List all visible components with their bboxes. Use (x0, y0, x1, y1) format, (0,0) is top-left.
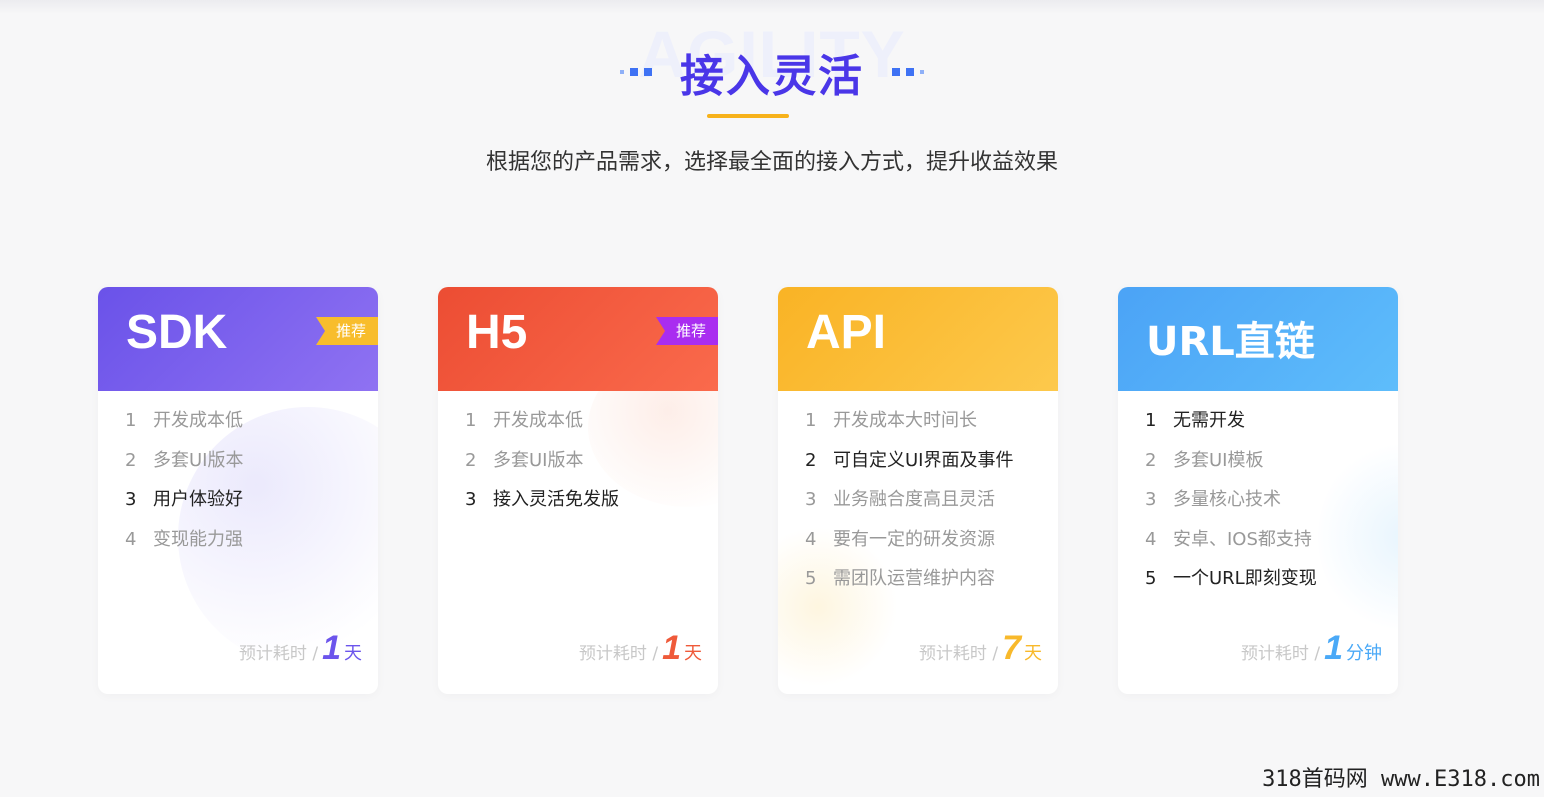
list-item: 3 接入灵活免发版 (465, 489, 619, 510)
estimate-unit: 天 (1024, 643, 1042, 664)
card-title: API (806, 306, 887, 359)
card-title: URL直链 (1146, 319, 1315, 365)
estimate-value: 1 (322, 629, 341, 667)
title-underline (707, 114, 789, 118)
list-item: 3 用户体验好 (125, 489, 243, 510)
list-item: 2 多套UI模板 (1145, 449, 1264, 471)
section-header: 接入灵活 (0, 40, 1544, 104)
list-item: 3 多量核心技术 (1145, 489, 1281, 510)
list-item: 1 开发成本低 (125, 410, 243, 431)
list-item: 1 无需开发 (1145, 410, 1245, 431)
section-title: 接入灵活 (680, 51, 864, 102)
estimated-time: 预计耗时 / 7 天 (919, 629, 1042, 668)
card-header: URL直链 (1118, 287, 1398, 391)
estimated-time: 预计耗时 / 1 分钟 (1241, 629, 1382, 668)
list-item: 1 开发成本低 (465, 410, 583, 431)
estimate-unit: 天 (684, 643, 702, 664)
card-api[interactable]: API 1 开发成本大时间长 2 可自定义UI界面及事件 3 业务融合度高且灵活 4要… (778, 287, 1058, 694)
recommend-badge: 推荐 (316, 317, 378, 345)
estimate-label: 预计耗时 / (918, 644, 999, 664)
card-sdk[interactable]: SDK 推荐 1 开发成本低 2 多套UI版本 3 用户体验好 4 变现能力强 预计耗时… (98, 287, 378, 694)
estimated-time: 预计耗时 / 1 天 (239, 629, 362, 668)
section-subtitle: 根据您的产品需求，选择最全面的接入方式，提升收益效果 (485, 150, 1058, 175)
list-item: 4 安卓、IOS都支持 (1145, 528, 1312, 550)
left-dots-decoration (620, 68, 658, 76)
estimate-unit: 天 (344, 643, 362, 664)
estimate-value: 7 (1002, 629, 1021, 667)
list-item: 5 一个URL即刻变现 (1145, 568, 1317, 589)
top-shade (0, 0, 1544, 14)
card-title: SDK (126, 306, 228, 359)
list-item: 4 要有一定的研发资源 (805, 528, 995, 550)
right-dots-decoration (886, 68, 924, 76)
list-item: 2 多套UI版本 (465, 449, 584, 471)
list-item: 1 开发成本大时间长 (805, 410, 977, 431)
estimate-label: 预计耗时 / (1240, 644, 1321, 664)
list-item: 5 需团队运营维护内容 (805, 568, 995, 589)
card-header: H5 推荐 (438, 287, 718, 391)
estimate-unit: 分钟 (1346, 643, 1382, 664)
list-item: 2 多套UI版本 (125, 449, 244, 471)
feature-list: 1 开发成本低 2 多套UI版本 3 接入灵活免发版 (465, 407, 619, 526)
estimate-value: 1 (662, 629, 681, 667)
estimate-label: 预计耗时 / (238, 644, 319, 664)
card-title: H5 (466, 306, 528, 359)
estimated-time: 预计耗时 / 1 天 (579, 629, 702, 668)
feature-list: 1 开发成本低 2 多套UI版本 3 用户体验好 4 变现能力强 (125, 407, 243, 565)
estimate-label: 预计耗时 / (578, 644, 659, 664)
card-header: SDK 推荐 (98, 287, 378, 391)
card-header: API (778, 287, 1058, 391)
recommend-badge: 推荐 (656, 317, 718, 345)
site-watermark: 318首码网 www.E318.com (1262, 767, 1540, 792)
card-url-direct-link[interactable]: URL直链 1 无需开发 2 多套UI模板 3 多量核心技术 4 安卓、IOS都支持 5… (1118, 287, 1398, 694)
card-h5[interactable]: H5 推荐 1 开发成本低 2 多套UI版本 3 接入灵活免发版 预计耗时 / 1 天 (438, 287, 718, 694)
feature-list: 1 开发成本大时间长 2 可自定义UI界面及事件 3 业务融合度高且灵活 4 要有一定的… (805, 407, 1013, 605)
feature-list: 1 无需开发 2 多套UI模板 3 多量核心技术 4 安卓、IOS都支持 5 一个URL即… (1145, 407, 1317, 605)
estimate-value: 1 (1324, 629, 1343, 667)
list-item: 4 变现能力强 (125, 528, 243, 550)
list-item: 2 可自定义UI界面及事件 (805, 449, 1014, 471)
list-item: 3 业务融合度高且灵活 (805, 489, 995, 510)
